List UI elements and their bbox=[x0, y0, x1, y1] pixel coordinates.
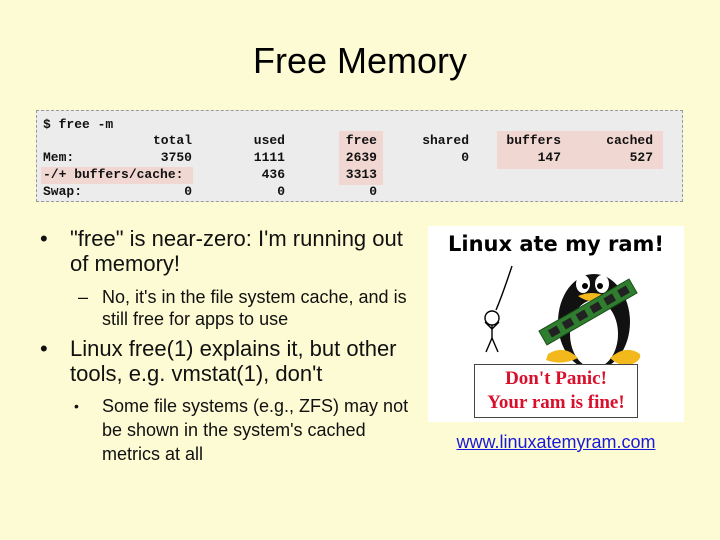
sub-bullet-item: – No, it's in the file system cache, and… bbox=[38, 286, 418, 330]
mem-buffers: 147 bbox=[537, 150, 561, 165]
bullet-text: Linux free(1) explains it, but other too… bbox=[70, 336, 397, 386]
stick-figure-icon bbox=[484, 265, 513, 353]
swap-used: 0 bbox=[277, 184, 285, 199]
buffers-cache-free: 3313 bbox=[345, 167, 377, 182]
meme-caption-line: Don't Panic! bbox=[505, 368, 607, 389]
bullet-item: • Linux free(1) explains it, but other t… bbox=[38, 336, 418, 386]
header-cached: cached bbox=[606, 133, 653, 148]
mem-shared: 0 bbox=[461, 150, 469, 165]
swap-total: 0 bbox=[184, 184, 192, 199]
row-label-swap: Swap: bbox=[43, 184, 83, 199]
terminal-output: $ free -m total used free shared buffers… bbox=[36, 110, 683, 202]
linux-ate-my-ram-image: Linux ate my ram! Don't Panic! Your ram … bbox=[428, 226, 684, 422]
slide-title: Free Memory bbox=[252, 40, 468, 81]
mem-used: 1111 bbox=[253, 150, 285, 165]
bullet-mark: • bbox=[40, 336, 48, 361]
bullet-item: • "free" is near-zero: I'm running out o… bbox=[38, 226, 418, 276]
mem-free: 2639 bbox=[345, 150, 377, 165]
sub-bullet-mark: • bbox=[74, 398, 79, 414]
linuxatemyram-link[interactable]: www.linuxatemyram.com bbox=[428, 432, 684, 453]
swap-free: 0 bbox=[369, 184, 377, 199]
mem-total: 3750 bbox=[160, 150, 192, 165]
mem-cached: 527 bbox=[629, 150, 653, 165]
slide: Free Memory $ free -m total used free sh… bbox=[0, 0, 720, 540]
meme-title: Linux ate my ram! bbox=[448, 232, 664, 256]
header-used: used bbox=[253, 133, 285, 148]
row-label-mem: Mem: bbox=[43, 150, 75, 165]
buffers-cache-used: 436 bbox=[261, 167, 285, 182]
bullet-mark: • bbox=[40, 226, 48, 251]
sub-bullet-mark: – bbox=[78, 287, 89, 307]
sub-bullet-item: • Some file systems (e.g., ZFS) may not … bbox=[38, 394, 418, 466]
header-free: free bbox=[345, 133, 377, 148]
header-total: total bbox=[152, 133, 192, 148]
header-shared: shared bbox=[422, 133, 469, 148]
meme-caption-line: Your ram is fine! bbox=[487, 392, 625, 413]
sub-bullet-text: Some file systems (e.g., ZFS) may not be… bbox=[102, 396, 409, 464]
bullet-text: "free" is near-zero: I'm running out of … bbox=[70, 226, 403, 276]
sub-bullet-text: No, it's in the file system cache, and i… bbox=[102, 287, 407, 329]
meme-caption: Don't Panic! Your ram is fine! bbox=[474, 364, 638, 418]
bullet-list: • "free" is near-zero: I'm running out o… bbox=[38, 226, 418, 466]
header-buffers: buffers bbox=[506, 133, 561, 148]
row-label-buffers-cache: -/+ buffers/cache: bbox=[43, 167, 184, 182]
command-line: $ free -m bbox=[43, 117, 114, 132]
